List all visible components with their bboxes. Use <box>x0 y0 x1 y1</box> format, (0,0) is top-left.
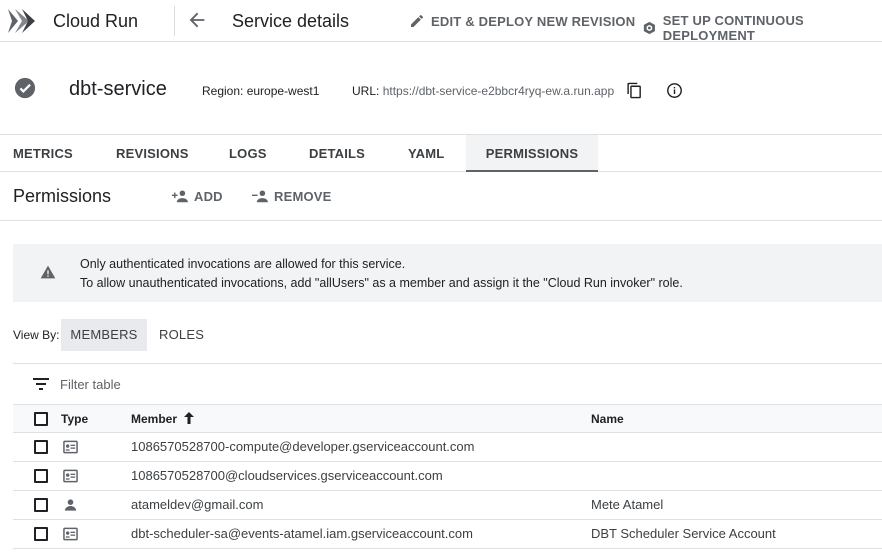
select-all-checkbox[interactable] <box>34 412 48 426</box>
person-icon <box>64 499 77 511</box>
copy-icon[interactable] <box>626 82 643 99</box>
member-email: dbt-scheduler-sa@events-atamel.iam.gserv… <box>131 526 473 541</box>
table-row[interactable]: 1086570528700-compute@developer.gservice… <box>13 433 882 462</box>
header-divider <box>174 6 175 36</box>
tab-metrics[interactable]: METRICS <box>13 135 73 172</box>
member-name: Mete Atamel <box>591 497 664 512</box>
view-by-label: View By: <box>13 328 60 342</box>
service-account-icon <box>63 469 78 483</box>
table-row[interactable]: atameldev@gmail.com Mete Atamel <box>13 491 882 520</box>
add-label: ADD <box>194 188 223 204</box>
continuous-deployment-button[interactable]: SET UP CONTINUOUS DEPLOYMENT <box>642 13 882 43</box>
warning-icon <box>40 265 56 279</box>
service-url-group: URL: https://dbt-service-e2bbcr4ryq-ew.a… <box>352 84 614 98</box>
member-name: DBT Scheduler Service Account <box>591 526 776 541</box>
cloud-run-logo-icon[interactable] <box>6 6 36 36</box>
edit-deploy-button[interactable]: EDIT & DEPLOY NEW REVISION <box>409 13 635 29</box>
auth-warning-banner: Only authenticated invocations are allow… <box>13 244 882 302</box>
permissions-title: Permissions <box>13 186 112 206</box>
banner-line-2: To allow unauthenticated invocations, ad… <box>80 276 683 290</box>
column-header-type: Type <box>61 412 89 426</box>
app-title[interactable]: Cloud Run <box>53 11 138 32</box>
add-member-button[interactable]: ADD <box>172 188 223 204</box>
sort-ascending-icon[interactable] <box>183 412 195 424</box>
top-bar: Cloud Run Service details EDIT & DEPLOY … <box>0 0 882 43</box>
service-name: dbt-service <box>69 78 167 100</box>
add-person-icon <box>172 190 188 203</box>
column-header-member[interactable]: Member <box>131 412 195 426</box>
tab-revisions[interactable]: REVISIONS <box>116 135 189 172</box>
tab-logs[interactable]: LOGS <box>229 135 267 172</box>
banner-line-1: Only authenticated invocations are allow… <box>80 257 406 271</box>
table-header-row: Type Member Name <box>13 404 882 433</box>
back-arrow-icon[interactable] <box>186 9 208 31</box>
page-title: Service details <box>232 11 350 31</box>
service-account-icon <box>63 440 78 454</box>
row-checkbox[interactable] <box>34 498 48 512</box>
check-circle-icon <box>14 77 36 99</box>
view-by-roles-toggle[interactable]: ROLES <box>159 319 204 351</box>
filter-icon[interactable] <box>33 377 49 391</box>
filter-table-input[interactable] <box>60 374 560 394</box>
member-email: 1086570528700-compute@developer.gservice… <box>131 439 475 454</box>
remove-label: REMOVE <box>274 188 332 204</box>
edit-deploy-label: EDIT & DEPLOY NEW REVISION <box>431 13 636 29</box>
view-by-divider <box>13 363 882 364</box>
tab-permissions[interactable]: PERMISSIONS <box>466 135 598 172</box>
members-table: Type Member Name 1086570528700-compute@d… <box>13 404 882 549</box>
toolbar-divider <box>0 220 882 221</box>
url-label: URL: <box>352 84 380 98</box>
view-by-members-toggle[interactable]: MEMBERS <box>61 319 147 351</box>
row-checkbox[interactable] <box>34 440 48 454</box>
member-email: atameldev@gmail.com <box>131 497 264 512</box>
table-row[interactable]: 1086570528700@cloudservices.gserviceacco… <box>13 462 882 491</box>
remove-member-button[interactable]: REMOVE <box>252 188 332 204</box>
service-tabs: METRICS REVISIONS LOGS DETAILS YAML PERM… <box>0 134 882 172</box>
column-header-member-label: Member <box>131 412 178 426</box>
table-row[interactable]: dbt-scheduler-sa@events-atamel.iam.gserv… <box>13 520 882 549</box>
service-url-link[interactable]: https://dbt-service-e2bbcr4ryq-ew.a.run.… <box>383 84 614 98</box>
deploy-icon <box>643 21 655 35</box>
service-account-icon <box>63 527 78 541</box>
remove-person-icon <box>252 190 268 203</box>
row-checkbox[interactable] <box>34 527 48 541</box>
pencil-icon <box>411 14 424 27</box>
continuous-deployment-label: SET UP CONTINUOUS DEPLOYMENT <box>662 13 804 43</box>
tab-details[interactable]: DETAILS <box>309 135 365 172</box>
row-checkbox[interactable] <box>34 469 48 483</box>
service-region: Region: europe-west1 <box>202 84 320 98</box>
info-icon[interactable] <box>666 82 683 99</box>
member-email: 1086570528700@cloudservices.gserviceacco… <box>131 468 443 483</box>
column-header-name[interactable]: Name <box>591 412 624 426</box>
tab-yaml[interactable]: YAML <box>408 135 444 172</box>
